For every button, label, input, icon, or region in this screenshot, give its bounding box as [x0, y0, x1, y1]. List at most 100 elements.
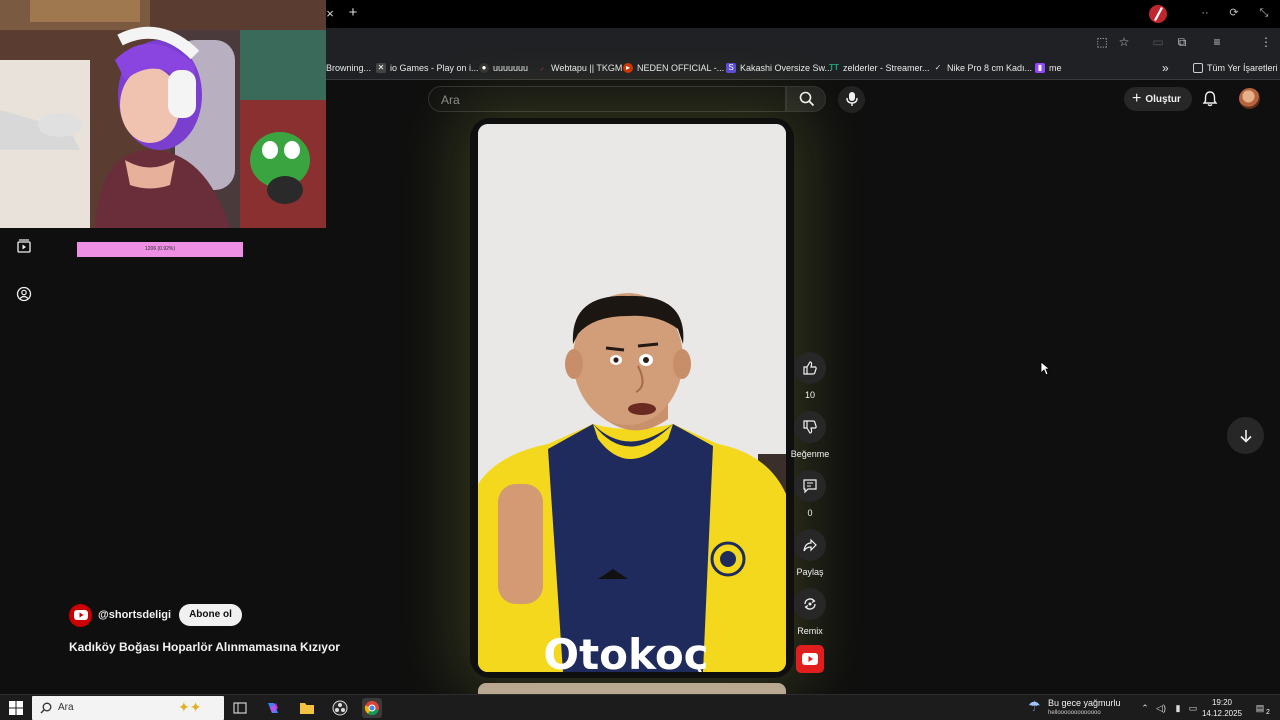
share-button[interactable]: Paylaş: [788, 529, 832, 577]
system-clock[interactable]: 19:20 14.12.2025: [1200, 697, 1244, 719]
bookmark-item[interactable]: ⸝ Webtapu || TKGM: [537, 61, 622, 75]
extensions-icon[interactable]: ⧉: [1174, 34, 1190, 50]
channel-avatar[interactable]: [69, 603, 92, 627]
obs-app-icon[interactable]: [330, 698, 350, 718]
youtube-play-icon: [802, 653, 818, 665]
channel-handle[interactable]: @shortsdeligi: [98, 609, 171, 621]
voice-search-button[interactable]: [838, 86, 865, 113]
notifications-bell-icon[interactable]: [1201, 90, 1219, 108]
shorts-video-player[interactable]: Otokoç: [478, 124, 786, 672]
twitch-icon: ▮: [1035, 63, 1045, 73]
bookmark-item[interactable]: ✕ io Games - Play on i...: [376, 61, 479, 75]
media-control-icon[interactable]: ≡: [1209, 34, 1225, 50]
video-frame: Otokoç: [478, 124, 786, 672]
file-explorer-icon[interactable]: [297, 698, 317, 718]
remix-button[interactable]: Remix: [788, 588, 832, 636]
bookmark-item[interactable]: ▸ NEDEN OFFICIAL -...: [623, 61, 724, 75]
weather-text[interactable]: Bu gece yağmurlu: [1048, 698, 1121, 708]
thumbs-up-icon: [803, 361, 817, 375]
fullscreen-exit-icon[interactable]: ⤡: [1255, 5, 1273, 21]
search-button[interactable]: [786, 86, 826, 112]
like-button[interactable]: 10: [788, 352, 832, 400]
nike-icon: ✓: [934, 63, 942, 72]
bookmark-item[interactable]: ✓ Nike Pro 8 cm Kadı...: [933, 61, 1032, 75]
chrome-app-icon[interactable]: [362, 698, 382, 718]
tt-icon: TT: [829, 63, 839, 72]
bookmark-item[interactable]: ● uuuuuuu: [479, 61, 528, 75]
network-icon[interactable]: ▭: [1187, 702, 1199, 714]
microphone-tray-icon[interactable]: ▮: [1172, 702, 1184, 714]
comment-count: 0: [807, 508, 813, 518]
bookmark-item[interactable]: Browning...: [326, 61, 371, 75]
bookmark-item[interactable]: S Kakashi Oversize Sw...: [726, 61, 832, 75]
folder-icon: [1193, 63, 1203, 73]
account-avatar[interactable]: [1239, 88, 1260, 109]
bookmark-label: uuuuuuu: [493, 63, 529, 73]
bookmark-star-icon[interactable]: ☆: [1116, 34, 1132, 50]
bookmark-label: NEDEN OFFICIAL -...: [637, 63, 725, 73]
bookmark-item[interactable]: ▮ me: [1035, 61, 1062, 75]
share-label: Paylaş: [796, 567, 824, 577]
bookmark-item[interactable]: TT zelderler - Streamer...: [829, 61, 929, 75]
browser-menu-icon[interactable]: ⋮: [1258, 34, 1274, 50]
comment-icon: [803, 479, 817, 494]
notification-count-badge: 2: [1266, 709, 1270, 716]
task-view-icon[interactable]: [230, 698, 250, 718]
remix-icon: [804, 598, 816, 610]
profile-icon[interactable]: [16, 286, 32, 302]
search-icon: [799, 91, 815, 107]
microphone-icon: [846, 92, 858, 106]
bookmark-label: Nike Pro 8 cm Kadı...: [947, 63, 1033, 73]
clock-date: 14.12.2025: [1201, 709, 1243, 718]
youtube-logo-icon: [73, 610, 88, 620]
video-title[interactable]: Kadıköy Boğası Hoparlör Alınmamasına Kız…: [69, 640, 340, 654]
plus-icon: +: [1132, 90, 1142, 107]
clock-time: 19:20: [1211, 698, 1233, 707]
subscriptions-icon[interactable]: [16, 238, 32, 254]
neden-official-icon: ▸: [623, 63, 633, 73]
restore-icon[interactable]: ⟳: [1225, 5, 1243, 21]
share-icon: [803, 538, 817, 552]
webtapu-icon: ⸝: [540, 63, 544, 72]
subscribe-button[interactable]: Abone ol: [179, 604, 242, 626]
comments-button[interactable]: 0: [788, 470, 832, 518]
sound-source-badge[interactable]: [796, 645, 824, 673]
streamer-webcam-overlay: [0, 0, 326, 228]
dislike-button[interactable]: Beğenme: [788, 411, 832, 459]
install-app-icon[interactable]: ⬚: [1094, 34, 1110, 50]
extension-logo-icon[interactable]: [1148, 4, 1168, 24]
copilot-glyph: [268, 703, 278, 713]
weather-icon: ☂: [1028, 698, 1041, 714]
new-tab-icon[interactable]: +: [345, 5, 361, 21]
comments-circle[interactable]: [794, 470, 826, 502]
obs-glyph: [332, 700, 348, 716]
bookmarks-overflow-icon[interactable]: »: [1162, 61, 1169, 75]
search-input[interactable]: Ara: [428, 86, 786, 112]
channel-info: @shortsdeligi Abone ol: [69, 603, 242, 627]
search-icon: [40, 702, 52, 714]
cast-icon[interactable]: ▭: [1150, 34, 1166, 50]
volume-icon[interactable]: ◁): [1155, 702, 1167, 714]
create-label: Oluştur: [1145, 93, 1181, 105]
webcam-picture: [0, 0, 326, 228]
dislike-circle[interactable]: [794, 411, 826, 443]
search-placeholder: Ara: [441, 93, 460, 107]
jersey-text: Otokoç: [543, 630, 708, 672]
next-video-button[interactable]: [1227, 417, 1264, 454]
io-games-icon: ✕: [376, 63, 386, 73]
task-view-glyph: [233, 702, 247, 714]
like-circle[interactable]: [794, 352, 826, 384]
taskbar-search-input[interactable]: Ara ✦✦: [32, 696, 224, 720]
bookmark-label: io Games - Play on i...: [390, 63, 479, 73]
all-bookmarks-folder[interactable]: Tüm Yer İşaretleri: [1193, 61, 1278, 75]
create-button[interactable]: + Oluştur: [1124, 87, 1192, 111]
tray-overflow-icon[interactable]: ⌃: [1139, 702, 1151, 714]
windows-start-icon[interactable]: [9, 701, 23, 715]
share-circle[interactable]: [794, 529, 826, 561]
copilot-app-icon[interactable]: [263, 698, 283, 718]
remix-circle[interactable]: [794, 588, 826, 620]
bookmark-label: Kakashi Oversize Sw...: [740, 63, 833, 73]
minimize-icon[interactable]: ··: [1196, 5, 1214, 21]
chrome-glyph: [364, 701, 379, 716]
remix-label: Remix: [797, 626, 823, 636]
